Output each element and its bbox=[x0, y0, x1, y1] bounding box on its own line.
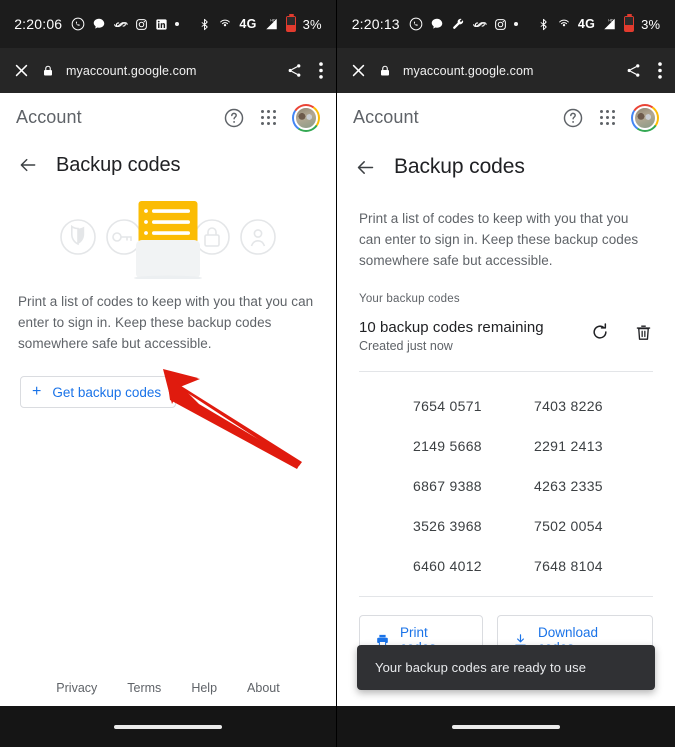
signal-bars-icon: HD bbox=[602, 17, 617, 31]
signal-bars-icon: HD bbox=[264, 17, 279, 31]
share-icon[interactable] bbox=[286, 62, 303, 79]
backup-code: 7648 8104 bbox=[534, 558, 603, 574]
right-screen: 2:20:13 4G HD 3% myaccount.google.com Ac… bbox=[337, 0, 675, 747]
url-text[interactable]: myaccount.google.com bbox=[66, 64, 274, 78]
network-type-label: 4G bbox=[239, 17, 257, 31]
linkedin-icon bbox=[155, 18, 168, 31]
gesture-nav-bar bbox=[0, 706, 336, 747]
backup-codes-illustration bbox=[0, 188, 336, 283]
battery-percent-label: 3% bbox=[302, 16, 322, 32]
gesture-pill[interactable] bbox=[114, 724, 222, 729]
gesture-nav-bar bbox=[337, 706, 675, 747]
page-description: Print a list of codes to keep with you t… bbox=[18, 294, 314, 351]
help-icon[interactable] bbox=[223, 107, 245, 129]
whatsapp-icon bbox=[71, 17, 85, 31]
wrench-icon bbox=[451, 17, 465, 31]
backup-code: 7403 8226 bbox=[534, 398, 603, 414]
instagram-icon bbox=[494, 18, 507, 31]
back-arrow-icon[interactable] bbox=[18, 155, 38, 175]
status-bar: 2:20:06 4G HD 3% bbox=[0, 0, 336, 48]
footer-links: Privacy Terms Help About bbox=[0, 670, 336, 706]
lock-icon bbox=[42, 64, 54, 78]
dot-separator bbox=[175, 22, 180, 26]
footer-link-terms[interactable]: Terms bbox=[127, 681, 161, 695]
google-account-header: Account bbox=[337, 93, 675, 142]
backup-code: 2149 5668 bbox=[413, 438, 482, 454]
codes-created-label: Created just now bbox=[359, 339, 453, 353]
cast-icon bbox=[218, 17, 232, 31]
browser-bar: myaccount.google.com bbox=[0, 48, 336, 93]
page-title: Backup codes bbox=[394, 155, 525, 178]
footer-link-help[interactable]: Help bbox=[191, 681, 217, 695]
footer-link-privacy[interactable]: Privacy bbox=[56, 681, 97, 695]
toast-message: Your backup codes are ready to use bbox=[357, 645, 655, 690]
backup-code: 6460 4012 bbox=[413, 558, 482, 574]
status-clock: 2:20:06 bbox=[14, 16, 63, 32]
share-icon[interactable] bbox=[625, 62, 642, 79]
plus-icon: + bbox=[32, 383, 42, 400]
footer-link-about[interactable]: About bbox=[247, 681, 280, 695]
left-screen: 2:20:06 4G HD 3% myaccount.google.com Ac… bbox=[0, 0, 337, 747]
lock-icon bbox=[379, 64, 391, 78]
help-icon[interactable] bbox=[562, 107, 584, 129]
chat-bubble-icon bbox=[92, 17, 106, 31]
cast-icon bbox=[557, 17, 571, 31]
avatar[interactable] bbox=[631, 103, 659, 132]
network-type-label: 4G bbox=[577, 17, 596, 31]
page-title-row: Backup codes bbox=[337, 142, 675, 192]
status-bar: 2:20:13 4G HD 3% bbox=[337, 0, 675, 48]
page-title: Backup codes bbox=[56, 153, 181, 176]
back-arrow-icon[interactable] bbox=[355, 157, 376, 178]
codes-summary-row: 10 backup codes remaining Created just n… bbox=[337, 305, 675, 353]
battery-icon bbox=[624, 14, 635, 32]
dot-separator bbox=[513, 22, 518, 26]
apps-grid-icon[interactable] bbox=[600, 110, 615, 125]
whatsapp-icon bbox=[409, 17, 423, 31]
bluetooth-icon bbox=[198, 18, 211, 31]
more-vertical-icon[interactable] bbox=[319, 62, 323, 79]
close-icon[interactable] bbox=[13, 62, 30, 79]
backup-codes-grid: 7654 0571 7403 8226 2149 5668 2291 2413 … bbox=[337, 372, 675, 586]
trash-icon[interactable] bbox=[634, 323, 653, 342]
backup-code: 2291 2413 bbox=[534, 438, 603, 454]
close-icon[interactable] bbox=[350, 62, 367, 79]
chat-bubble-icon bbox=[430, 17, 444, 31]
more-vertical-icon[interactable] bbox=[658, 62, 662, 79]
backup-code: 7654 0571 bbox=[413, 398, 482, 414]
battery-icon bbox=[285, 14, 296, 32]
svg-text:HD: HD bbox=[270, 19, 276, 23]
svg-text:HD: HD bbox=[608, 19, 614, 23]
url-text[interactable]: myaccount.google.com bbox=[403, 64, 613, 78]
status-clock: 2:20:13 bbox=[351, 16, 400, 32]
gesture-pill[interactable] bbox=[452, 724, 560, 729]
google-account-header: Account bbox=[0, 93, 336, 142]
backup-code: 7502 0054 bbox=[534, 518, 603, 534]
dual-screenshot-comparison: 2:20:06 4G HD 3% myaccount.google.com Ac… bbox=[0, 0, 675, 747]
battery-percent-label: 3% bbox=[641, 16, 661, 32]
page-description: Print a list of codes to keep with you t… bbox=[359, 211, 639, 268]
backup-code: 6867 9388 bbox=[413, 478, 482, 494]
apps-grid-icon[interactable] bbox=[261, 110, 276, 125]
backup-code: 4263 2335 bbox=[534, 478, 603, 494]
get-backup-codes-button[interactable]: + Get backup codes bbox=[20, 376, 177, 408]
instagram-icon bbox=[135, 18, 148, 31]
bluetooth-icon bbox=[537, 18, 550, 31]
page-title-row: Backup codes bbox=[0, 142, 336, 188]
refresh-icon[interactable] bbox=[590, 322, 610, 342]
browser-bar: myaccount.google.com bbox=[337, 48, 675, 93]
get-backup-codes-label: Get backup codes bbox=[52, 384, 162, 400]
avatar[interactable] bbox=[292, 103, 320, 132]
codes-remaining-label: 10 backup codes remaining bbox=[359, 319, 544, 336]
section-label: Your backup codes bbox=[359, 293, 460, 305]
account-title: Account bbox=[353, 107, 419, 127]
account-title: Account bbox=[16, 107, 82, 127]
link-loop-icon bbox=[472, 17, 487, 32]
link-loop-icon bbox=[113, 17, 128, 32]
backup-code: 3526 3968 bbox=[413, 518, 482, 534]
